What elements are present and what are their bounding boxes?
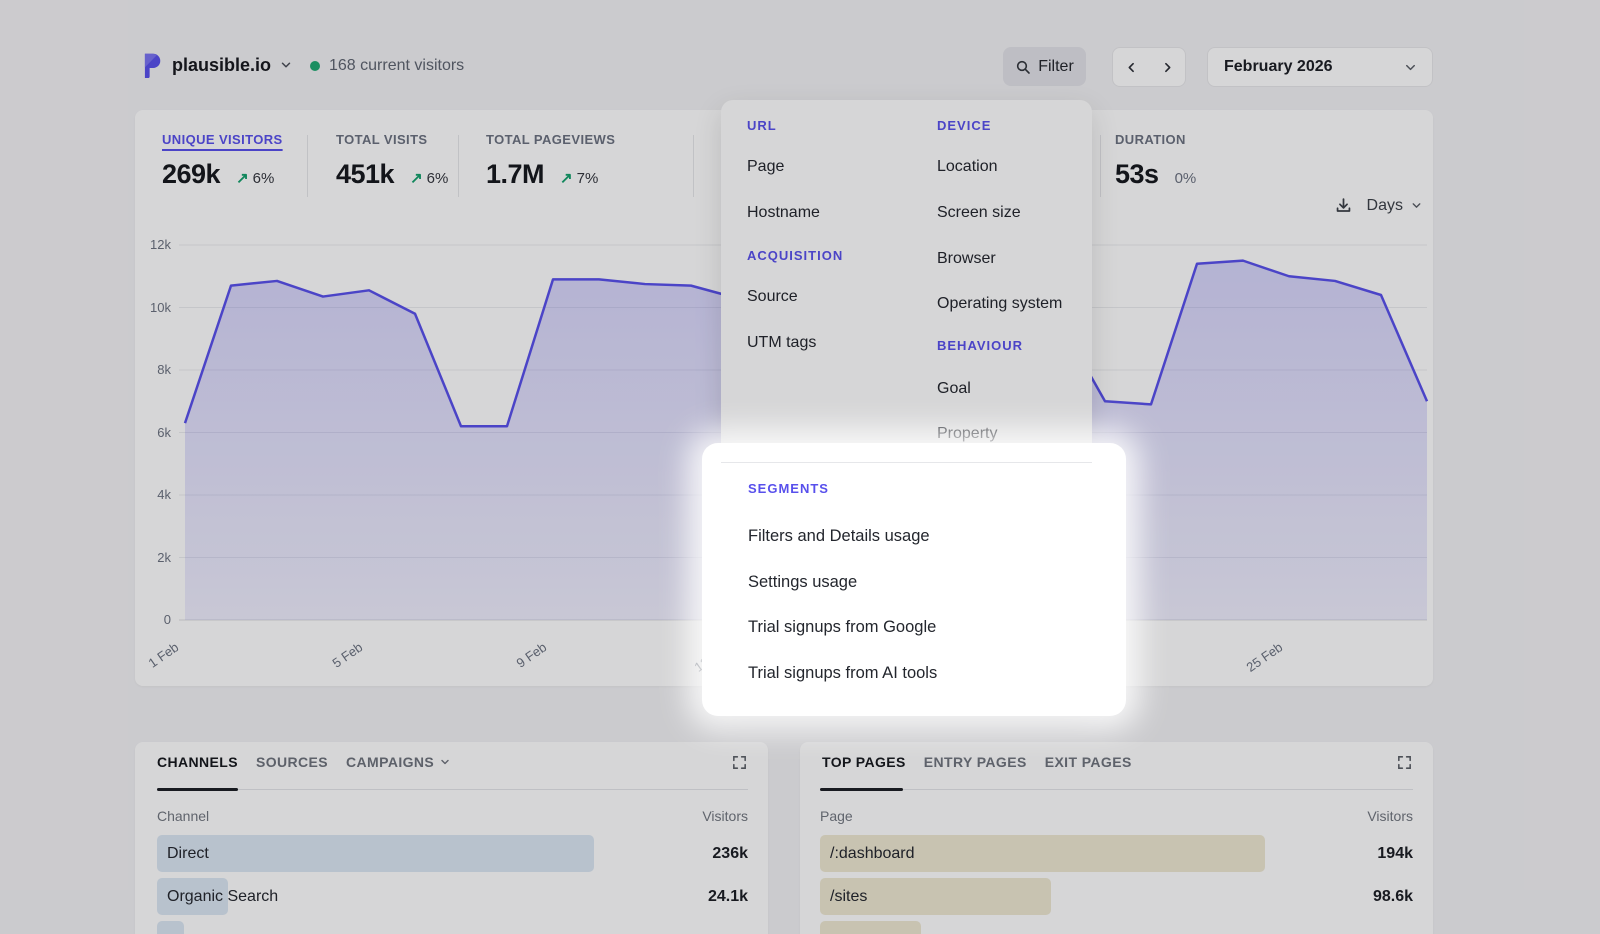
divider bbox=[721, 462, 1092, 463]
segment-item-filters-and-details-usage[interactable]: Filters and Details usage bbox=[748, 527, 930, 549]
plausible-dashboard: plausible.io 168 current visitors Filter… bbox=[0, 0, 1600, 934]
segment-item-trial-signups-from-google[interactable]: Trial signups from Google bbox=[748, 618, 936, 640]
segments-spotlight: SEGMENTS Filters and Details usage Setti… bbox=[702, 443, 1126, 716]
segments-title: SEGMENTS bbox=[748, 481, 829, 496]
segment-item-trial-signups-from-ai-tools[interactable]: Trial signups from AI tools bbox=[748, 664, 937, 686]
segment-item-settings-usage[interactable]: Settings usage bbox=[748, 573, 857, 595]
